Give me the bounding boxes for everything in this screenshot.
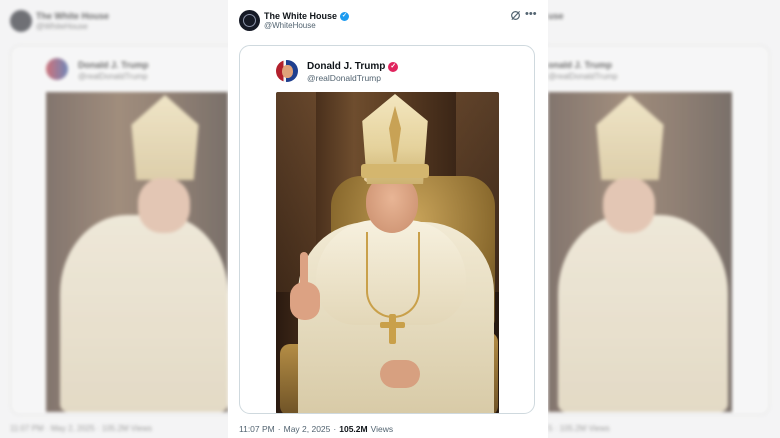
quoted-author-name-row[interactable]: Donald J. Trump ✓ xyxy=(307,61,399,72)
bg-shade xyxy=(0,0,228,438)
grok-icon[interactable] xyxy=(510,10,521,21)
gold-chain xyxy=(366,232,420,318)
avatar-face xyxy=(282,65,293,78)
quoted-author-avatar[interactable] xyxy=(276,60,298,82)
mitre-band xyxy=(361,164,429,178)
seal-icon xyxy=(243,14,256,27)
author-handle[interactable]: @WhiteHouse xyxy=(264,21,316,30)
post-date[interactable]: May 2, 2025 xyxy=(284,424,331,434)
author-name-row[interactable]: The White House ✓ xyxy=(264,11,350,21)
cross-icon-bar xyxy=(380,322,405,328)
quoted-post[interactable]: Donald J. Trump ✓ @realDonaldTrump xyxy=(239,45,535,414)
meta-separator: · xyxy=(333,424,337,434)
post-image[interactable] xyxy=(276,92,499,413)
quoted-author-name[interactable]: Donald J. Trump xyxy=(307,61,385,72)
background-left-blurred: The White House @WhiteHouse Donald J. Tr… xyxy=(0,0,228,438)
author-name[interactable]: The White House xyxy=(264,11,337,21)
meta-separator: · xyxy=(277,424,281,434)
post-meta: 11:07 PM · May 2, 2025 · 105.2M Views xyxy=(239,424,393,434)
white-house-avatar[interactable] xyxy=(239,10,260,31)
bg-shade-right xyxy=(548,0,780,438)
background-right-blurred: use onald J. Trump @realDonaldTrump 5 · … xyxy=(548,0,780,438)
views-count[interactable]: 105.2M xyxy=(339,424,367,434)
raised-hand xyxy=(290,282,320,320)
cross-icon xyxy=(389,314,396,344)
verified-badge-icon: ✓ xyxy=(388,61,399,72)
verified-badge-icon: ✓ xyxy=(340,11,350,21)
post[interactable]: The White House ✓ @WhiteHouse ••• Donald… xyxy=(228,0,548,438)
resting-hand xyxy=(380,360,420,388)
views-label: Views xyxy=(370,424,394,434)
quoted-author-handle[interactable]: @realDonaldTrump xyxy=(307,73,381,83)
more-icon[interactable]: ••• xyxy=(525,8,537,20)
post-header: The White House ✓ @WhiteHouse ••• xyxy=(228,0,548,40)
post-time[interactable]: 11:07 PM xyxy=(239,424,275,434)
